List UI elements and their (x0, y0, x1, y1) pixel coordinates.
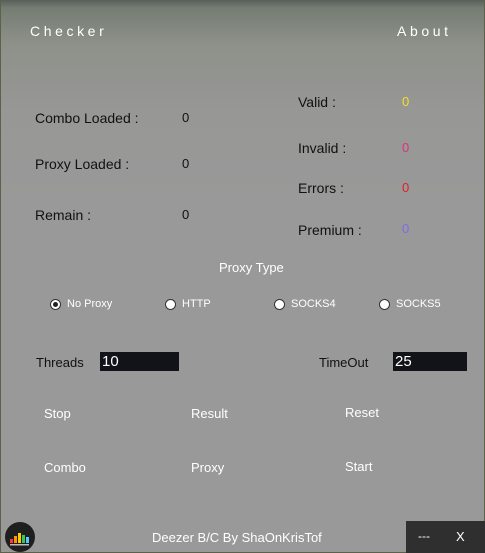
close-button[interactable]: X (456, 529, 465, 544)
app-window: Checker About Combo Loaded : 0 Proxy Loa… (0, 0, 485, 553)
proxy-type-heading: Proxy Type (219, 260, 284, 275)
tab-about[interactable]: About (397, 23, 452, 39)
radio-no-proxy[interactable]: No Proxy (50, 298, 112, 310)
threads-input[interactable]: 10 (100, 352, 179, 371)
reset-button[interactable]: Reset (345, 405, 379, 420)
minimize-button[interactable]: --- (418, 529, 430, 543)
radio-selected-icon (50, 298, 61, 310)
result-button[interactable]: Result (191, 406, 228, 421)
timeout-input[interactable]: 25 (393, 352, 467, 371)
deezer-logo-icon (5, 522, 35, 552)
combo-button[interactable]: Combo (44, 460, 86, 475)
valid-label: Valid : (298, 94, 336, 110)
radio-label: SOCKS4 (291, 298, 336, 310)
premium-value: 0 (402, 221, 410, 236)
radio-label: SOCKS5 (396, 298, 441, 310)
radio-socks4[interactable]: SOCKS4 (274, 298, 336, 310)
remain-value: 0 (182, 207, 190, 222)
radio-http[interactable]: HTTP (165, 298, 211, 310)
radio-label: HTTP (182, 298, 211, 310)
invalid-value: 0 (402, 140, 410, 155)
start-button[interactable]: Start (345, 459, 372, 474)
radio-unselected-icon (379, 298, 390, 310)
radio-socks5[interactable]: SOCKS5 (379, 298, 441, 310)
valid-value: 0 (402, 94, 410, 109)
invalid-label: Invalid : (298, 140, 347, 156)
radio-label: No Proxy (67, 298, 113, 310)
premium-label: Premium : (298, 222, 362, 238)
radio-unselected-icon (274, 298, 285, 310)
stop-button[interactable]: Stop (44, 406, 71, 421)
combo-loaded-label: Combo Loaded : (35, 110, 139, 126)
remain-label: Remain : (35, 207, 92, 223)
proxy-loaded-label: Proxy Loaded : (35, 156, 130, 172)
timeout-label: TimeOut (319, 355, 369, 370)
errors-value: 0 (402, 180, 410, 195)
proxy-button[interactable]: Proxy (191, 460, 224, 475)
proxy-loaded-value: 0 (182, 156, 190, 171)
window-controls: --- X (406, 521, 485, 553)
errors-label: Errors : (298, 180, 344, 196)
radio-unselected-icon (165, 298, 176, 310)
combo-loaded-value: 0 (182, 110, 190, 125)
credit-text: Deezer B/C By ShaOnKrisTof (152, 530, 322, 545)
tab-checker[interactable]: Checker (30, 23, 107, 39)
threads-label: Threads (36, 355, 84, 370)
